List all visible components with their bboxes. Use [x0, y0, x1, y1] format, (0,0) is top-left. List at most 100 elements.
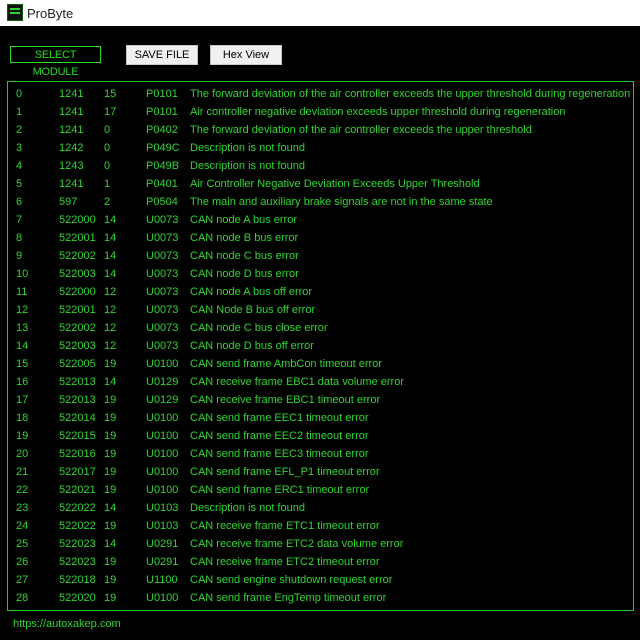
website-link[interactable]: https://autoxakep.com [13, 618, 121, 630]
select-module-button[interactable]: SELECT MODULE [10, 46, 101, 78]
list-item[interactable]: 11 522000 12 U0073 CAN node A bus off error [8, 283, 633, 301]
row-spn: 522000 [59, 214, 96, 226]
row-fmi: 14 [104, 376, 117, 388]
row-spn: 522023 [59, 538, 96, 550]
row-fmi: 1 [104, 178, 111, 190]
list-item[interactable]: 15 522005 19 U0100 CAN send frame AmbCon tim… [8, 355, 633, 373]
row-spn: 522017 [59, 466, 96, 478]
row-dtc-code: P049C [146, 142, 180, 154]
row-fmi: 19 [104, 358, 117, 370]
row-spn: 522022 [59, 520, 96, 532]
list-item[interactable]: 25 522023 14 U0291 CAN receive frame ETC2 da… [8, 535, 633, 553]
row-description: Air controller negative deviation exceed… [190, 106, 566, 118]
fault-code-rows: 0 1241 15 P0101 The forward deviation of the… [8, 85, 633, 607]
row-index: 21 [16, 466, 29, 478]
list-item[interactable]: 8 522001 14 U0073 CAN node B bus error [8, 229, 633, 247]
row-spn: 1241 [59, 178, 84, 190]
list-item[interactable]: 3 1242 0 P049C Description is not found [8, 139, 633, 157]
row-dtc-code: U0129 [146, 394, 179, 406]
row-index: 12 [16, 304, 29, 316]
row-index: 15 [16, 358, 29, 370]
row-dtc-code: U0103 [146, 520, 179, 532]
row-fmi: 19 [104, 448, 117, 460]
list-item[interactable]: 17 522013 19 U0129 CAN receive frame EBC1 ti… [8, 391, 633, 409]
list-item[interactable]: 28 522020 19 U0100 CAN send frame EngTemp ti… [8, 589, 633, 607]
list-item[interactable]: 27 522018 19 U1100 CAN send engine shutdown … [8, 571, 633, 589]
row-fmi: 0 [104, 160, 111, 172]
list-item[interactable]: 20 522016 19 U0100 CAN send frame EEC3 timeo… [8, 445, 633, 463]
list-item[interactable]: 7 522000 14 U0073 CAN node A bus error [8, 211, 633, 229]
list-item[interactable]: 24 522022 19 U0103 CAN receive frame ETC1 ti… [8, 517, 633, 535]
row-spn: 522014 [59, 412, 96, 424]
row-dtc-code: U0073 [146, 322, 179, 334]
row-index: 11 [16, 286, 28, 298]
row-spn: 522002 [59, 322, 96, 334]
row-dtc-code: U0291 [146, 538, 179, 550]
row-fmi: 12 [104, 286, 117, 298]
list-item[interactable]: 22 522021 19 U0100 CAN send frame ERC1 timeo… [8, 481, 633, 499]
row-spn: 522005 [59, 358, 96, 370]
row-dtc-code: P0504 [146, 196, 178, 208]
row-description: CAN send engine shutdown request error [190, 574, 393, 586]
list-item[interactable]: 1 1241 17 P0101 Air controller negative devi… [8, 103, 633, 121]
row-dtc-code: U0103 [146, 502, 179, 514]
list-item[interactable]: 13 522002 12 U0073 CAN node C bus close erro… [8, 319, 633, 337]
row-fmi: 14 [104, 502, 117, 514]
row-description: CAN receive frame EBC1 data volume error [190, 376, 404, 388]
row-description: CAN receive frame ETC2 data volume error [190, 538, 404, 550]
row-description: CAN node A bus error [190, 214, 298, 226]
save-file-button[interactable]: SAVE FILE [126, 45, 198, 65]
hex-view-button[interactable]: Hex View [210, 45, 282, 65]
row-dtc-code: U1100 [146, 574, 178, 586]
list-item[interactable]: 23 522022 14 U0103 Description is not found [8, 499, 633, 517]
row-spn: 1241 [59, 124, 84, 136]
row-spn: 522021 [59, 484, 96, 496]
row-description: CAN send frame EngTemp timeout error [190, 592, 387, 604]
row-fmi: 0 [104, 124, 111, 136]
row-index: 2 [16, 124, 23, 136]
fault-code-list[interactable]: 0 1241 15 P0101 The forward deviation of the… [7, 81, 634, 611]
row-index: 3 [16, 142, 23, 154]
row-dtc-code: U0073 [146, 214, 179, 226]
row-description: Description is not found [190, 142, 305, 154]
row-dtc-code: U0100 [146, 592, 179, 604]
list-item[interactable]: 26 522023 19 U0291 CAN receive frame ETC2 ti… [8, 553, 633, 571]
list-item[interactable]: 12 522001 12 U0073 CAN Node B bus off error [8, 301, 633, 319]
list-item[interactable]: 5 1241 1 P0401 Air Controller Negative Devia… [8, 175, 633, 193]
row-dtc-code: P0401 [146, 178, 178, 190]
row-dtc-code: U0100 [146, 448, 179, 460]
row-dtc-code: U0100 [146, 430, 179, 442]
row-fmi: 19 [104, 556, 117, 568]
list-item[interactable]: 16 522013 14 U0129 CAN receive frame EBC1 da… [8, 373, 633, 391]
list-item[interactable]: 0 1241 15 P0101 The forward deviation of the… [8, 85, 633, 103]
row-dtc-code: U0073 [146, 232, 179, 244]
list-item[interactable]: 14 522003 12 U0073 CAN node D bus off error [8, 337, 633, 355]
list-item[interactable]: 19 522015 19 U0100 CAN send frame EEC2 timeo… [8, 427, 633, 445]
row-index: 1 [16, 106, 23, 118]
list-item[interactable]: 6 597 2 P0504 The main and auxiliary brake s… [8, 193, 633, 211]
list-item[interactable]: 21 522017 19 U0100 CAN send frame EFL_P1 tim… [8, 463, 633, 481]
row-spn: 522003 [59, 340, 96, 352]
row-dtc-code: P0402 [146, 124, 178, 136]
row-index: 10 [16, 268, 29, 280]
row-index: 9 [16, 250, 23, 262]
row-description: CAN send frame EFL_P1 timeout error [190, 466, 380, 478]
list-item[interactable]: 2 1241 0 P0402 The forward deviation of the … [8, 121, 633, 139]
row-description: CAN send frame EEC2 timeout error [190, 430, 369, 442]
row-description: CAN send frame ERC1 timeout error [190, 484, 370, 496]
list-item[interactable]: 18 522014 19 U0100 CAN send frame EEC1 timeo… [8, 409, 633, 427]
row-index: 27 [16, 574, 29, 586]
list-item[interactable]: 10 522003 14 U0073 CAN node D bus error [8, 265, 633, 283]
row-spn: 522001 [59, 232, 96, 244]
row-index: 22 [16, 484, 29, 496]
row-fmi: 19 [104, 592, 117, 604]
row-dtc-code: U0129 [146, 376, 179, 388]
row-spn: 522015 [59, 430, 96, 442]
row-spn: 522023 [59, 556, 96, 568]
row-description: CAN Node B bus off error [190, 304, 316, 316]
row-index: 4 [16, 160, 23, 172]
list-item[interactable]: 9 522002 14 U0073 CAN node C bus error [8, 247, 633, 265]
list-item[interactable]: 4 1243 0 P049B Description is not found [8, 157, 633, 175]
row-description: The forward deviation of the air control… [190, 124, 532, 136]
row-dtc-code: U0073 [146, 304, 179, 316]
